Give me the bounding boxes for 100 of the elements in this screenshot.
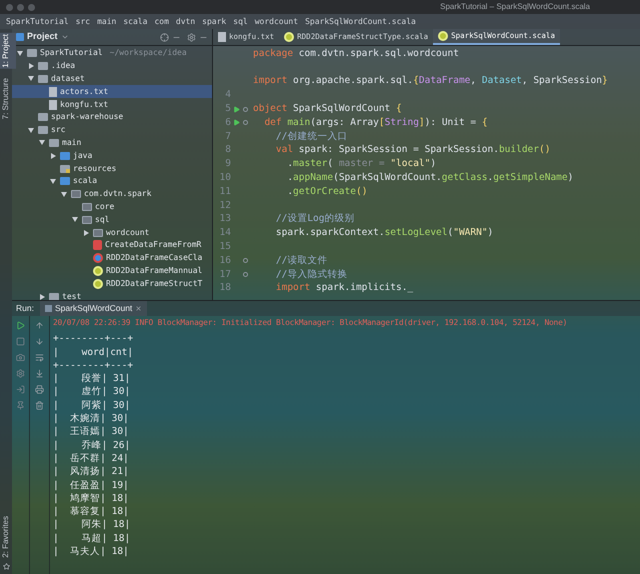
tree-item-label: RDD2DataFrameCaseCla [106, 252, 202, 264]
code-line: import org.apache.spark.sql.{DataFrame, Dataset, SparkSession} [252, 74, 608, 88]
output-line: | 王语嫣| 30| [53, 426, 129, 438]
star-icon[interactable] [2, 563, 10, 570]
expanded-arrow-icon[interactable] [39, 140, 45, 146]
expanded-arrow-icon[interactable] [28, 128, 34, 133]
tree-item-label: sql [95, 214, 110, 226]
class-file-icon [93, 253, 103, 264]
breadcrumb[interactable]: dvtn [176, 16, 196, 28]
code-line: //导入隐式转换 [274, 268, 348, 282]
tree-item-label: com.dvtn.spark [84, 188, 152, 200]
expanded-arrow-icon[interactable] [50, 178, 56, 184]
fold-marker-icon[interactable] [243, 106, 248, 112]
tree-item[interactable]: test [12, 290, 212, 300]
tree-item[interactable]: sql [12, 213, 212, 226]
tree-item[interactable]: wordcount [12, 226, 212, 239]
camera-icon[interactable] [16, 353, 25, 362]
login-icon[interactable] [16, 385, 25, 394]
tree-item[interactable]: RDD2DataFrameMannual [12, 264, 212, 278]
side-tab[interactable]: 2: Favorites [0, 515, 16, 559]
code-editor[interactable] [213, 46, 640, 300]
expanded-arrow-icon[interactable] [61, 192, 67, 197]
object-file-icon [93, 266, 103, 276]
expanded-arrow-icon[interactable] [72, 217, 78, 222]
breadcrumb[interactable]: wordcount [254, 16, 298, 28]
stop-icon[interactable] [16, 337, 25, 346]
line-number: 15 [220, 240, 231, 252]
tree-item-label: RDD2DataFrameStructT [106, 278, 202, 290]
breadcrumb[interactable]: src [76, 16, 90, 28]
pin-icon[interactable] [16, 401, 25, 410]
tree-item[interactable]: src [12, 124, 212, 137]
fold-marker-icon[interactable] [243, 272, 248, 278]
breadcrumb[interactable]: sql [233, 16, 248, 28]
output-line: | 风清扬| 21| [53, 466, 129, 478]
output-line: | 鸠摩智| 18| [53, 492, 129, 504]
run-icon[interactable] [16, 321, 25, 330]
code-line: //创建统一入口 [274, 130, 348, 144]
settings-icon[interactable] [16, 369, 25, 378]
line-number: 4 [225, 89, 231, 100]
breadcrumb[interactable]: spark [202, 16, 226, 28]
breadcrumb[interactable]: SparkSqlWordCount.scala [305, 16, 416, 28]
breadcrumb[interactable]: main [97, 16, 116, 28]
object-file-icon [284, 32, 294, 42]
up-arrow-icon[interactable] [35, 321, 44, 330]
tree-item[interactable]: actors.txt [12, 85, 212, 98]
side-tab[interactable]: 1: Project [0, 33, 16, 69]
tree-item[interactable]: java [12, 149, 212, 162]
expanded-arrow-icon[interactable] [28, 76, 34, 82]
settings-icon[interactable] [187, 32, 196, 42]
down-arrow-icon[interactable] [35, 337, 44, 346]
locate-icon[interactable] [160, 32, 169, 42]
line-number: 9 [225, 158, 231, 170]
code-line: def main(args: Array[String]): Unit = { [263, 116, 488, 130]
run-tab[interactable]: SparkSqlWordCount [40, 301, 148, 316]
breadcrumb[interactable]: SparkTutorial [6, 16, 69, 28]
breadcrumb[interactable]: com [154, 16, 169, 28]
output-line: | 木婉清| 30| [53, 413, 129, 424]
tree-item-label: dataset [51, 72, 85, 85]
close-icon[interactable] [135, 305, 142, 312]
output-line: | 乔峰| 26| [53, 440, 130, 451]
run-gutter-icon[interactable] [232, 106, 240, 113]
tree-item-label: main [62, 136, 82, 149]
line-number: 17 [220, 268, 231, 280]
folder-icon [60, 177, 70, 186]
tree-item-label: core [95, 200, 114, 213]
tree-item[interactable]: com.dvtn.spark [12, 188, 212, 201]
soft-wrap-icon[interactable] [35, 353, 44, 362]
code-line: .master( master = "local") [286, 157, 436, 172]
output-line: +--------+---+ [53, 333, 134, 344]
tree-item-label: src [51, 124, 66, 136]
fold-marker-icon[interactable] [243, 258, 248, 264]
tree-item[interactable]: resources [12, 162, 212, 175]
run-gutter-icon[interactable] [232, 119, 240, 126]
tree-item[interactable]: CreateDataFrameFromR [12, 238, 212, 252]
tree-item[interactable]: scala [12, 174, 212, 188]
output-line: | 阿紫| 30| [53, 400, 130, 411]
tree-item[interactable]: main [12, 136, 212, 150]
folder-icon [60, 164, 70, 173]
breadcrumb[interactable]: scala [123, 16, 148, 28]
trash-icon[interactable] [35, 401, 44, 410]
collapsed-arrow-icon[interactable] [40, 294, 44, 300]
fold-marker-icon[interactable] [243, 120, 248, 126]
line-number: 8 [225, 144, 231, 156]
tree-item[interactable]: RDD2DataFrameStructT [12, 277, 212, 290]
dropdown-caret-icon[interactable] [60, 33, 69, 41]
output-line: | word|cnt| [53, 346, 134, 358]
print-icon[interactable] [35, 385, 44, 394]
tree-item[interactable]: core [12, 200, 212, 214]
output-line: | 虚竹| 30| [53, 386, 130, 398]
collapsed-arrow-icon[interactable] [28, 63, 34, 70]
expanded-arrow-icon[interactable] [17, 50, 23, 56]
line-number: 16 [220, 254, 231, 266]
scroll-to-end-icon[interactable] [35, 369, 44, 378]
collapsed-arrow-icon[interactable] [84, 230, 88, 236]
collapsed-arrow-icon[interactable] [50, 152, 56, 159]
code-line: .appName(SparkSqlWordCount.getClass.getSimpleName) [286, 170, 574, 185]
output-line: | 任盈盈| 19| [53, 480, 129, 491]
panel-title: Project [27, 30, 58, 44]
tree-item[interactable]: RDD2DataFrameCaseCla [12, 252, 212, 265]
file-icon [49, 86, 57, 97]
